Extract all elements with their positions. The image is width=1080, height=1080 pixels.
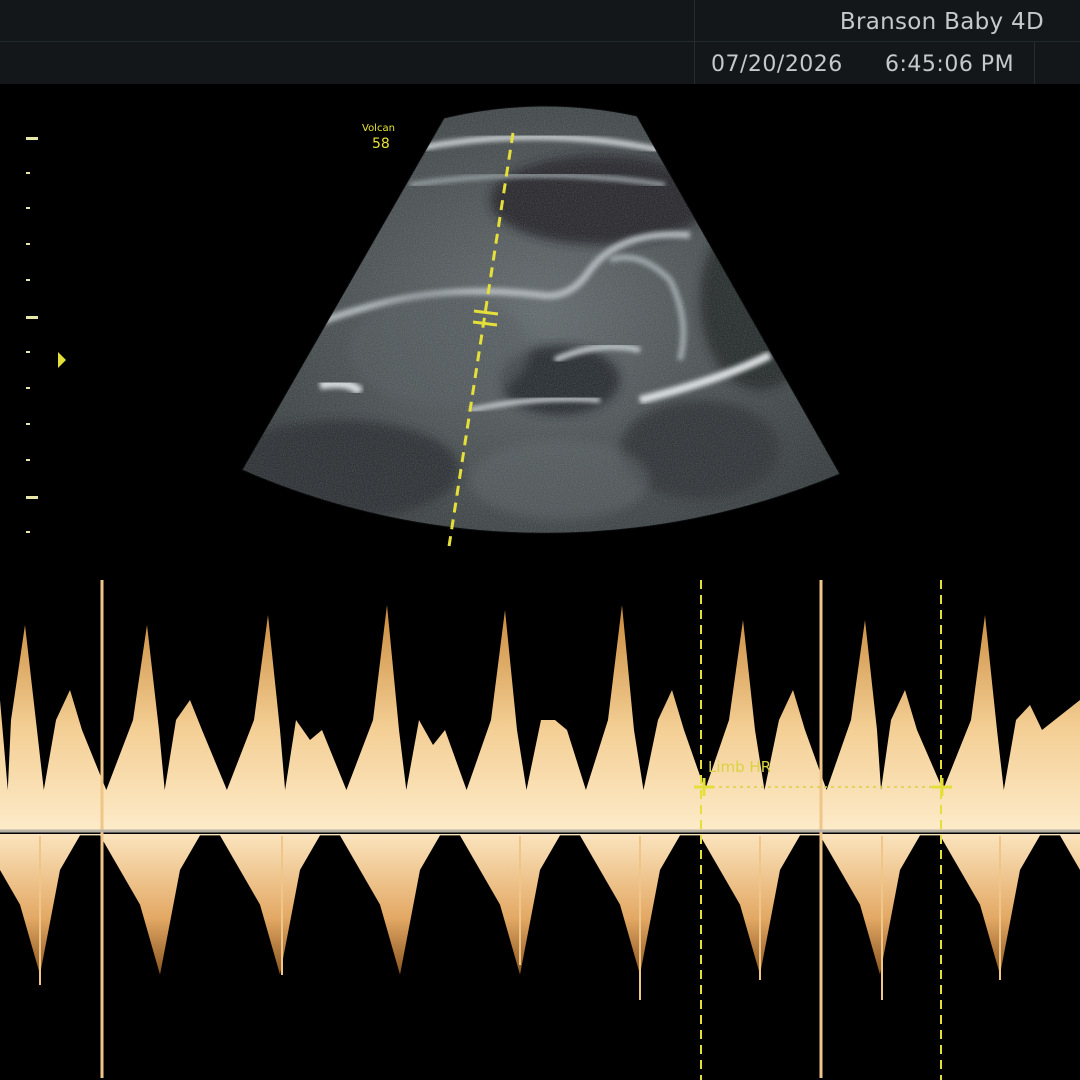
depth-tick <box>26 207 30 209</box>
sample-volume-label: Volcan <box>362 123 395 134</box>
doppler-reverse-envelope <box>0 834 1080 975</box>
depth-tick <box>26 496 38 499</box>
depth-scale <box>26 137 38 533</box>
doppler-forward-envelope <box>0 605 1080 831</box>
ultrasound-display: Volcan 58 Limb HR <box>0 105 1080 1080</box>
bmode-sector-image <box>242 106 840 534</box>
depth-tick <box>26 423 30 425</box>
depth-tick <box>26 137 38 140</box>
spectral-doppler-trace <box>0 580 1080 1078</box>
depth-tick <box>26 531 30 533</box>
depth-tick <box>26 459 30 461</box>
triangle-marker-icon <box>58 352 66 368</box>
limb-hr-label: Limb HR <box>708 758 771 776</box>
depth-tick <box>26 387 30 389</box>
depth-tick <box>26 316 38 319</box>
sample-volume-value: 58 <box>372 136 390 152</box>
depth-tick <box>26 243 30 245</box>
depth-tick <box>26 279 30 281</box>
depth-tick <box>26 351 30 353</box>
depth-tick <box>26 172 30 174</box>
